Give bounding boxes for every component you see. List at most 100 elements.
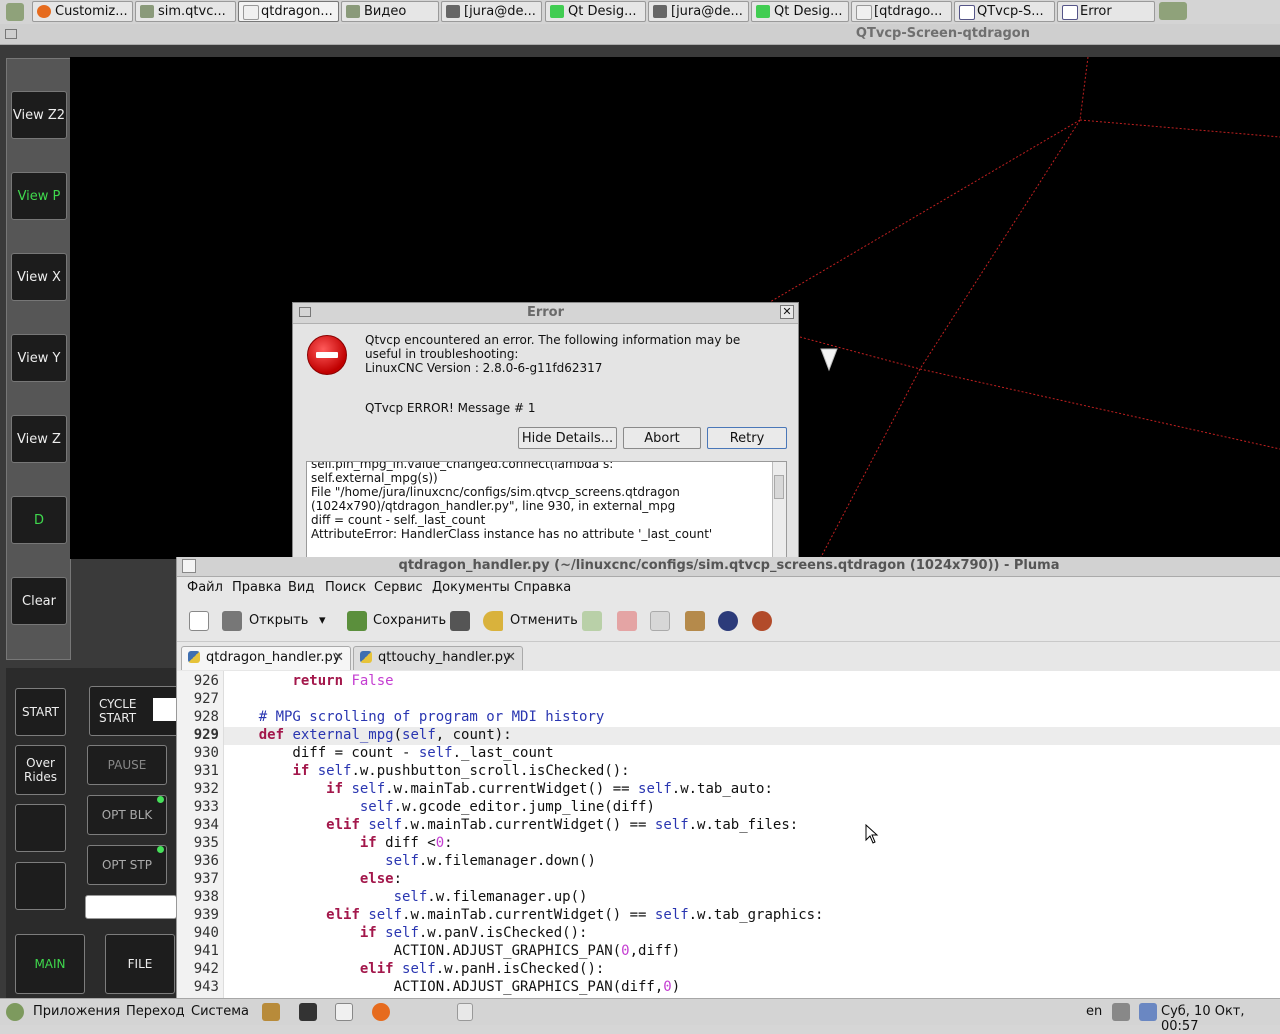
tab-qttouchy-handler[interactable]: qttouchy_handler.py ✕ [353, 646, 523, 670]
menu-documents[interactable]: Документы [432, 580, 510, 595]
code-line: return False [292, 673, 394, 689]
opt-blk-button[interactable]: OPT BLK [87, 795, 167, 835]
save-icon[interactable] [347, 611, 367, 631]
taskbar-item-error[interactable]: Error [1057, 1, 1155, 22]
start-button[interactable]: START [15, 688, 66, 736]
taskbar-item-terminal-1[interactable]: [jura@de... [441, 1, 542, 22]
menu-places[interactable]: Переход [126, 1004, 185, 1019]
line-number: 943 [193, 979, 219, 995]
clear-button[interactable]: Clear [11, 577, 67, 625]
menu-system[interactable]: Система [191, 1004, 249, 1019]
menu-file[interactable]: Файл [187, 580, 223, 595]
abort-button[interactable]: Abort [623, 427, 701, 449]
retry-button[interactable]: Retry [707, 427, 787, 449]
opt-stp-button[interactable]: OPT STP [87, 845, 167, 885]
view-p-button[interactable]: View P [11, 172, 67, 220]
hide-details-button[interactable]: Hide Details... [518, 427, 617, 449]
show-desktop-icon[interactable] [6, 3, 24, 21]
text-editor-launcher-icon[interactable] [335, 1003, 353, 1021]
d-button[interactable]: D [11, 496, 67, 544]
close-icon[interactable]: ✕ [333, 647, 344, 669]
dialog-title: Error [526, 305, 565, 320]
taskbar-item-customize[interactable]: Customiz... [32, 1, 133, 22]
taskbar-item-qtdragon[interactable]: qtdragon... [238, 1, 339, 22]
pluma-toolbar: Открыть ▾ Сохранить Отменить [177, 601, 1280, 642]
undo-button-label[interactable]: Отменить [510, 613, 578, 628]
paste-icon[interactable] [685, 611, 705, 631]
taskbar-item-qt-designer-1[interactable]: Qt Desig... [545, 1, 646, 22]
pause-button[interactable]: PAUSE [87, 745, 167, 785]
scrollbar-thumb[interactable] [774, 475, 784, 499]
save-button-label[interactable]: Сохранить [373, 613, 446, 628]
menu-applications[interactable]: Приложения [33, 1004, 120, 1019]
taskbar-item-qtvcp-screen[interactable]: QTvcp-S... [954, 1, 1055, 22]
menu-edit[interactable]: Правка [232, 580, 281, 595]
code-line: if diff <0: [359, 835, 453, 851]
undo-icon[interactable] [483, 611, 503, 631]
line-number: 936 [193, 853, 219, 869]
pluma-menubar: Файл Правка Вид Поиск Сервис Документы С… [177, 577, 1280, 599]
firefox-launcher-icon[interactable] [372, 1003, 390, 1021]
details-line: File "/home/jura/linuxcnc/configs/sim.qt… [311, 485, 680, 499]
tab-qtdragon-handler[interactable]: qtdragon_handler.py ✕ [181, 646, 351, 670]
trash-icon[interactable] [457, 1003, 473, 1021]
firefox-icon [37, 5, 51, 18]
code-editor[interactable]: 926 927 928 929 930 931 932 933 934 935 … [177, 671, 1280, 998]
overrides-button[interactable]: Over Rides [15, 745, 66, 795]
menu-search[interactable]: Поиск [325, 580, 366, 595]
qtvcp-window-titlebar: QTvcp-Screen-qtdragon [0, 24, 1280, 45]
error-icon [307, 335, 347, 375]
find-replace-icon[interactable] [752, 611, 772, 631]
window-menu-icon[interactable] [5, 29, 17, 39]
menu-tools[interactable]: Сервис [374, 580, 423, 595]
folder-icon [140, 5, 154, 18]
terminal-launcher-icon[interactable] [299, 1003, 317, 1021]
open-button-label[interactable]: Открыть [249, 613, 308, 628]
new-document-icon[interactable] [189, 611, 209, 631]
redo-icon[interactable] [582, 611, 602, 631]
view-z-button[interactable]: View Z [11, 415, 67, 463]
opt-blk-led [157, 796, 164, 803]
line-number: 934 [193, 817, 219, 833]
taskbar-item-qtdragon-2[interactable]: [qtdrago... [851, 1, 952, 22]
main-tab-button[interactable]: MAIN [15, 934, 85, 994]
cycle-start-indicator [153, 698, 176, 721]
network-icon[interactable] [1139, 1003, 1157, 1021]
view-y-button[interactable]: View Y [11, 334, 67, 382]
search-icon[interactable] [718, 611, 738, 631]
mate-menu-icon[interactable] [6, 1003, 24, 1021]
taskbar-item-qt-designer-2[interactable]: Qt Desig... [751, 1, 849, 22]
blank-button-2[interactable] [15, 862, 66, 910]
menu-view[interactable]: Вид [288, 580, 314, 595]
copy-icon[interactable] [650, 611, 670, 631]
status-field [85, 895, 177, 919]
taskbar-item-terminal-2[interactable]: [jura@de... [648, 1, 749, 22]
open-dropdown-chevron-down-icon[interactable]: ▾ [319, 613, 326, 628]
close-icon[interactable]: ✕ [780, 305, 794, 319]
taskbar-item-sim-qtvcp[interactable]: sim.qtvc... [135, 1, 236, 22]
keyboard-layout-indicator[interactable]: en [1086, 1004, 1102, 1019]
bottom-panel: Приложения Переход Система en Суб, 10 Ок… [0, 998, 1280, 1034]
blank-button-1[interactable] [15, 804, 66, 852]
python-file-icon [360, 651, 372, 663]
line-number: 932 [193, 781, 219, 797]
volume-icon[interactable] [1112, 1003, 1130, 1021]
close-icon[interactable]: ✕ [505, 647, 516, 669]
menu-help[interactable]: Справка [514, 580, 571, 595]
terminal-icon [653, 5, 667, 18]
view-z2-button[interactable]: View Z2 [11, 91, 67, 139]
details-textbox[interactable]: self.pin_mpg_in.value_changed.connect(la… [306, 461, 787, 561]
code-line: def external_mpg(self, count): [258, 727, 512, 743]
details-scrollbar[interactable] [772, 462, 786, 560]
workspace-switcher-icon[interactable] [1159, 2, 1187, 20]
clock[interactable]: Суб, 10 Окт, 00:57 [1161, 1004, 1280, 1034]
view-x-button[interactable]: View X [11, 253, 67, 301]
open-icon[interactable] [222, 611, 242, 631]
dialog-error-message: QTvcp ERROR! Message # 1 [365, 401, 536, 415]
code-line: ACTION.ADJUST_GRAPHICS_PAN(diff,0) [225, 979, 681, 995]
print-icon[interactable] [450, 611, 470, 631]
cut-icon[interactable] [617, 611, 637, 631]
linuxcnc-launcher-icon[interactable] [262, 1003, 280, 1021]
taskbar-item-video[interactable]: Видео [341, 1, 439, 22]
file-tab-button[interactable]: FILE [105, 934, 175, 994]
